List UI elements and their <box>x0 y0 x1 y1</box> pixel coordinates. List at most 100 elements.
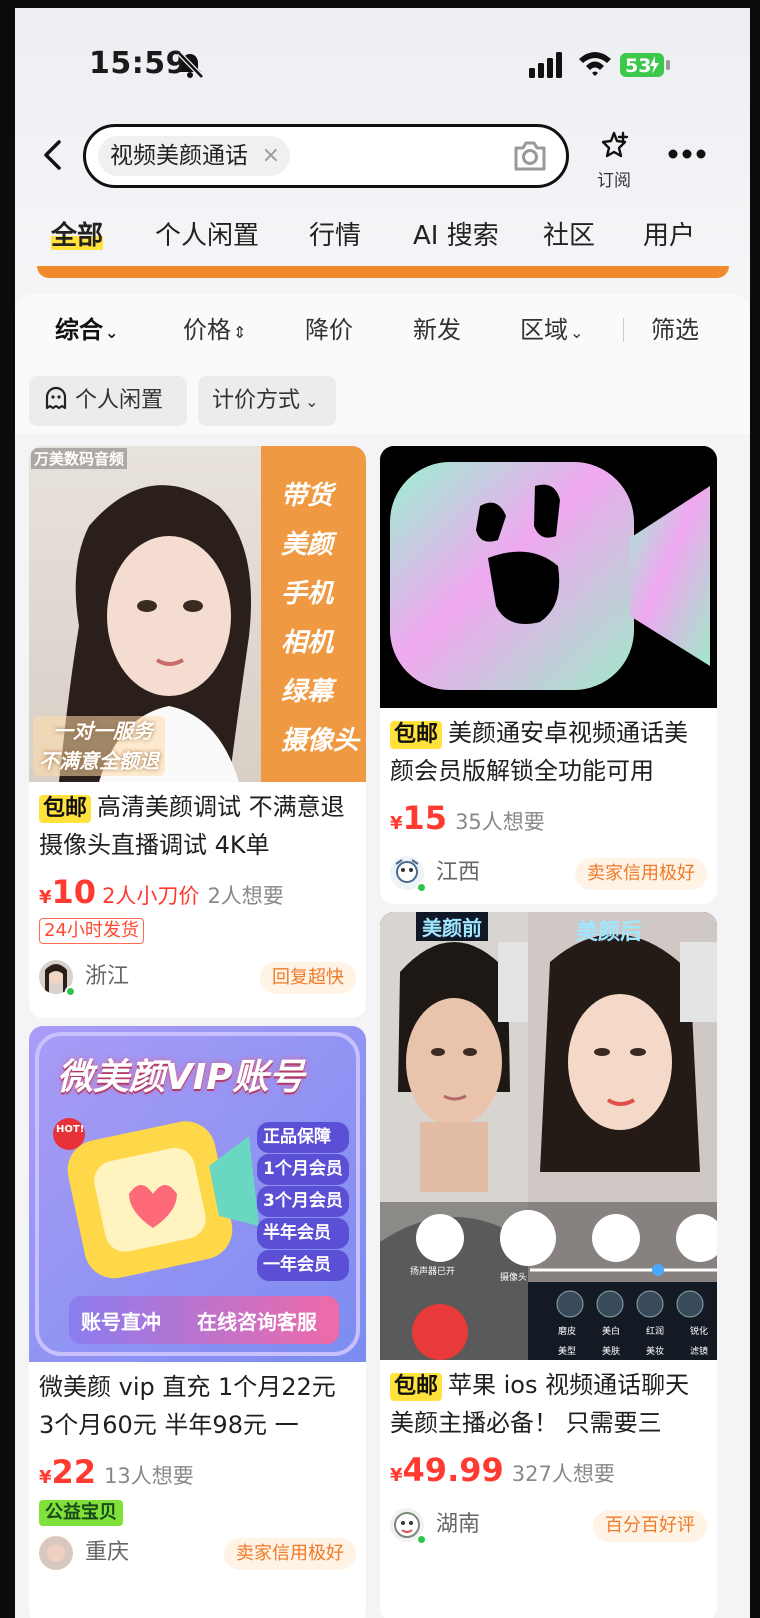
seller-row[interactable]: 湖南 百分百好评 <box>380 1500 717 1550</box>
battery-percent: 53 <box>625 55 651 77</box>
tab-personal-idle[interactable]: 个人闲置 <box>155 216 259 256</box>
clear-query-icon[interactable]: × <box>262 136 280 176</box>
filter-pricing-method-label: 计价方式 <box>212 388 301 413</box>
image-corner-label: 万美数码音频 <box>31 448 128 469</box>
price: 49.99 <box>402 1451 504 1489</box>
filter-pricing-method[interactable]: 计价方式 ⌄ <box>198 376 336 426</box>
star-pin-icon <box>601 131 629 158</box>
tab-ai-search[interactable]: AI 搜索 <box>413 216 499 256</box>
image-slogan: 一对一服务 不满意全额退 <box>33 716 165 776</box>
product-title[interactable]: 包邮 高清美颜调试 不满意退 摄像头直播调试 4K单 <box>29 782 366 870</box>
back-arrow-icon[interactable] <box>37 138 71 172</box>
category-tabs: 全部 个人闲置 行情 AI 搜索 社区 用户 <box>15 216 750 266</box>
banner-title: 微美颜VIP账号 <box>57 1057 305 1098</box>
product-title[interactable]: 包邮 美颜通安卓视频通话美颜会员版解锁全功能可用 <box>380 708 717 796</box>
product-image[interactable]: 美颜前 美颜后 扬声器已开 摄像头 磨皮 美白 红润 锐化 美型 美肤 美妆 滤镜 <box>380 912 717 1360</box>
device-frame: 15:59 53 视频美颜通话 × 订阅 全部 个人闲置 行情 AI 搜索 社区… <box>0 0 760 1618</box>
seller-tag: 卖家信用极好 <box>575 858 707 890</box>
banner-left-button: 账号直冲 <box>81 1310 161 1334</box>
battery-icon: 53 <box>620 53 670 77</box>
more-options-icon[interactable] <box>667 148 707 160</box>
search-input[interactable]: 视频美颜通话 × <box>83 124 569 188</box>
charity-tag: 公益宝贝 <box>39 1500 123 1526</box>
seller-region: 江西 <box>436 860 481 885</box>
orange-accent-bar <box>37 266 729 278</box>
wifi-icon <box>579 52 611 76</box>
search-query-text: 视频美颜通话 <box>110 143 248 169</box>
seller-row[interactable]: 浙江 回复超快 <box>29 952 366 1002</box>
want-count: 13人想要 <box>104 1464 194 1488</box>
seller-tag: 回复超快 <box>260 962 356 994</box>
sort-newest[interactable]: 新发 <box>413 308 461 352</box>
shipping-tag: 24小时发货 <box>39 918 144 944</box>
tab-all[interactable]: 全部 <box>51 216 104 256</box>
seller-row[interactable]: 江西 卖家信用极好 <box>380 848 717 898</box>
sort-comprehensive[interactable]: 综合 ⌄ <box>55 308 118 355</box>
price-row: ¥10 2人小刀价 2人想要 <box>39 873 284 911</box>
beauty-items: 磨皮 美白 红润 锐化 <box>558 1327 708 1337</box>
hot-badge: HOT! <box>56 1124 85 1135</box>
subscribe-label: 订阅 <box>597 171 631 191</box>
price: 15 <box>402 799 448 837</box>
filter-personal-idle[interactable]: 个人闲置 <box>29 376 187 426</box>
tab-community[interactable]: 社区 <box>543 216 595 256</box>
tab-market[interactable]: 行情 <box>309 216 361 256</box>
sort-filter[interactable]: 筛选 <box>651 308 699 352</box>
free-shipping-badge: 包邮 <box>39 795 92 823</box>
banner-plan-list: 正品保障 1个月会员 3个月会员 半年会员 一年会员 <box>257 1122 349 1281</box>
bargain-price-label: 2人小刀价 <box>102 884 200 908</box>
image-feature-list: 带货 美颜 手机 相机 绿幕 摄像头 <box>281 481 360 756</box>
before-after-photo <box>380 912 717 1360</box>
beauty-tabs: 美型 美肤 美妆 滤镜 <box>558 1347 708 1357</box>
product-image[interactable]: 万美数码音频 带货 美颜 手机 相机 绿幕 摄像头 一对一服务 不满意全额退 <box>29 446 366 782</box>
product-title[interactable]: 微美颜 vip 直充 1个月22元 3个月60元 半年98元 一 <box>29 1362 366 1450</box>
product-card[interactable]: 美颜前 美颜后 扬声器已开 摄像头 磨皮 美白 红润 锐化 美型 美肤 美妆 滤镜 包邮 苹果… <box>380 912 717 1618</box>
after-label: 美颜后 <box>576 920 643 945</box>
ghost-icon <box>45 386 67 410</box>
search-query-chip[interactable]: 视频美颜通话 × <box>98 136 290 176</box>
free-shipping-badge: 包邮 <box>390 1373 443 1401</box>
free-shipping-badge: 包邮 <box>390 721 443 749</box>
cellular-signal-icon <box>529 52 562 78</box>
sort-bar: 综合 ⌄ 价格 ⇕ 降价 新发 区域 ⌄ 筛选 <box>15 308 750 352</box>
product-card[interactable]: 万美数码音频 带货 美颜 手机 相机 绿幕 摄像头 一对一服务 不满意全额退 包… <box>29 446 366 1018</box>
avatar <box>39 1536 73 1570</box>
product-image[interactable] <box>380 446 717 708</box>
price: 22 <box>51 1453 97 1491</box>
price: 10 <box>51 873 97 911</box>
price-row: ¥49.99 327人想要 <box>390 1451 615 1489</box>
camera-caption: 摄像头 <box>500 1273 528 1283</box>
want-count: 327人想要 <box>511 1462 615 1486</box>
product-title[interactable]: 包邮 苹果 ios 视频通话聊天美颜主播必备！ 只需要三 <box>380 1360 717 1448</box>
seller-region: 重庆 <box>85 1540 130 1565</box>
tab-users[interactable]: 用户 <box>643 216 695 256</box>
online-dot <box>65 986 76 997</box>
price-row: ¥22 13人想要 <box>39 1453 194 1491</box>
banner-right-button: 在线咨询客服 <box>197 1310 317 1334</box>
price-row: ¥15 35人想要 <box>390 799 545 837</box>
seller-region: 浙江 <box>85 964 130 989</box>
screen: 15:59 53 视频美颜通话 × 订阅 全部 个人闲置 行情 AI 搜索 社区… <box>15 8 750 1618</box>
bell-muted-icon <box>177 51 204 79</box>
product-card[interactable]: 微美颜VIP账号 HOT! 正品保障 1个月会员 3个月会员 半年会员 一年会员… <box>29 1026 366 1618</box>
seller-row[interactable]: 重庆 卖家信用极好 <box>29 1528 366 1578</box>
video-camera-app-logo <box>380 446 717 708</box>
online-dot <box>416 882 427 893</box>
sort-divider <box>623 318 624 342</box>
sort-price-drop[interactable]: 降价 <box>305 308 353 352</box>
camera-search-icon[interactable] <box>512 139 548 173</box>
sort-region[interactable]: 区域 ⌄ <box>520 308 583 355</box>
product-card[interactable]: 包邮 美颜通安卓视频通话美颜会员版解锁全功能可用 ¥15 35人想要 江西 卖家信用… <box>380 446 717 904</box>
want-count: 35人想要 <box>455 810 545 834</box>
seller-tag: 卖家信用极好 <box>224 1538 356 1570</box>
online-dot <box>416 1534 427 1545</box>
seller-tag: 百分百好评 <box>593 1510 707 1542</box>
want-count: 2人想要 <box>207 884 284 908</box>
sort-price[interactable]: 价格 ⇕ <box>183 308 246 355</box>
status-time: 15:59 <box>89 46 187 81</box>
before-label: 美颜前 <box>416 912 488 941</box>
subscribe-button[interactable]: 订阅 <box>589 130 639 191</box>
speaker-caption: 扬声器已开 <box>410 1267 456 1277</box>
product-image[interactable]: 微美颜VIP账号 HOT! 正品保障 1个月会员 3个月会员 半年会员 一年会员… <box>29 1026 366 1362</box>
status-bar: 15:59 53 <box>15 8 750 108</box>
